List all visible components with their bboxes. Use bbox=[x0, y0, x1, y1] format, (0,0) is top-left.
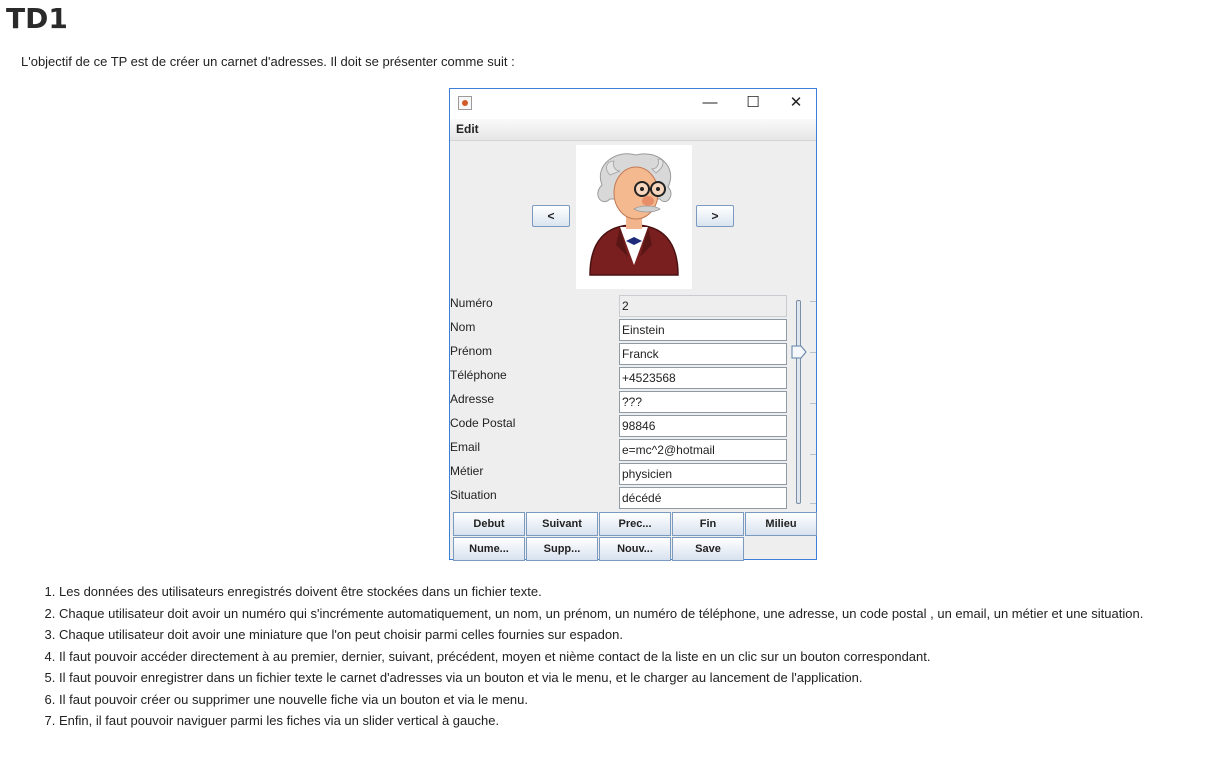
slider-tick bbox=[810, 503, 816, 504]
window-titlebar: — ☐ ✕ bbox=[450, 89, 816, 119]
requirement-item: Il faut pouvoir créer ou supprimer une n… bbox=[59, 689, 1209, 711]
precedent-button[interactable]: Prec... bbox=[599, 512, 671, 536]
numero-button[interactable]: Nume... bbox=[453, 537, 525, 561]
label-metier: Métier bbox=[450, 464, 484, 478]
prenom-field[interactable]: Franck bbox=[619, 343, 787, 365]
label-situation: Situation bbox=[450, 488, 497, 502]
requirement-item: Enfin, il faut pouvoir naviguer parmi le… bbox=[59, 710, 1209, 732]
adresse-field[interactable]: ??? bbox=[619, 391, 787, 413]
requirements-list: Les données des utilisateurs enregistrés… bbox=[30, 581, 1209, 732]
requirement-item: Chaque utilisateur doit avoir un numéro … bbox=[59, 603, 1209, 625]
telephone-field[interactable]: +4523568 bbox=[619, 367, 787, 389]
menu-bar: Edit bbox=[450, 119, 816, 141]
save-button[interactable]: Save bbox=[672, 537, 744, 561]
situation-field[interactable]: décédé bbox=[619, 487, 787, 509]
record-slider[interactable] bbox=[796, 300, 801, 504]
intro-text: L'objectif de ce TP est de créer un carn… bbox=[21, 54, 515, 69]
slider-tick bbox=[810, 301, 816, 302]
metier-field[interactable]: physicien bbox=[619, 463, 787, 485]
code-postal-field[interactable]: 98846 bbox=[619, 415, 787, 437]
next-avatar-button[interactable]: > bbox=[696, 205, 734, 227]
requirement-item: Les données des utilisateurs enregistrés… bbox=[59, 581, 1209, 603]
requirement-item: Il faut pouvoir accéder directement à au… bbox=[59, 646, 1209, 668]
numero-field: 2 bbox=[619, 295, 787, 317]
email-field[interactable]: e=mc^2@hotmail bbox=[619, 439, 787, 461]
einstein-avatar bbox=[576, 145, 692, 289]
slider-tick bbox=[810, 454, 816, 455]
prev-avatar-button[interactable]: < bbox=[532, 205, 570, 227]
label-nom: Nom bbox=[450, 320, 476, 334]
page-title: TD1 bbox=[6, 2, 68, 35]
supprimer-button[interactable]: Supp... bbox=[526, 537, 598, 561]
label-email: Email bbox=[450, 440, 481, 454]
label-numero: Numéro bbox=[450, 296, 493, 310]
minimize-button[interactable]: — bbox=[688, 89, 732, 119]
address-book-window: — ☐ ✕ Edit < > Numéro 2 Nom Einstein Pré… bbox=[449, 88, 817, 561]
slider-thumb[interactable] bbox=[791, 345, 807, 359]
label-telephone: Téléphone bbox=[450, 368, 507, 382]
requirement-item: Il faut pouvoir enregistrer dans un fich… bbox=[59, 667, 1209, 689]
close-button[interactable]: ✕ bbox=[774, 89, 818, 119]
label-prenom: Prénom bbox=[450, 344, 493, 358]
menu-edit[interactable]: Edit bbox=[456, 122, 479, 136]
fin-button[interactable]: Fin bbox=[672, 512, 744, 536]
avatar-illustration bbox=[589, 153, 679, 276]
label-adresse: Adresse bbox=[450, 392, 495, 406]
requirement-item: Chaque utilisateur doit avoir une miniat… bbox=[59, 624, 1209, 646]
nom-field[interactable]: Einstein bbox=[619, 319, 787, 341]
label-code-postal: Code Postal bbox=[450, 416, 516, 430]
slider-tick bbox=[810, 403, 816, 404]
milieu-button[interactable]: Milieu bbox=[745, 512, 817, 536]
slider-tick bbox=[810, 352, 816, 353]
nouveau-button[interactable]: Nouv... bbox=[599, 537, 671, 561]
java-cup-icon bbox=[458, 96, 472, 110]
maximize-button[interactable]: ☐ bbox=[731, 89, 775, 119]
suivant-button[interactable]: Suivant bbox=[526, 512, 598, 536]
debut-button[interactable]: Debut bbox=[453, 512, 525, 536]
